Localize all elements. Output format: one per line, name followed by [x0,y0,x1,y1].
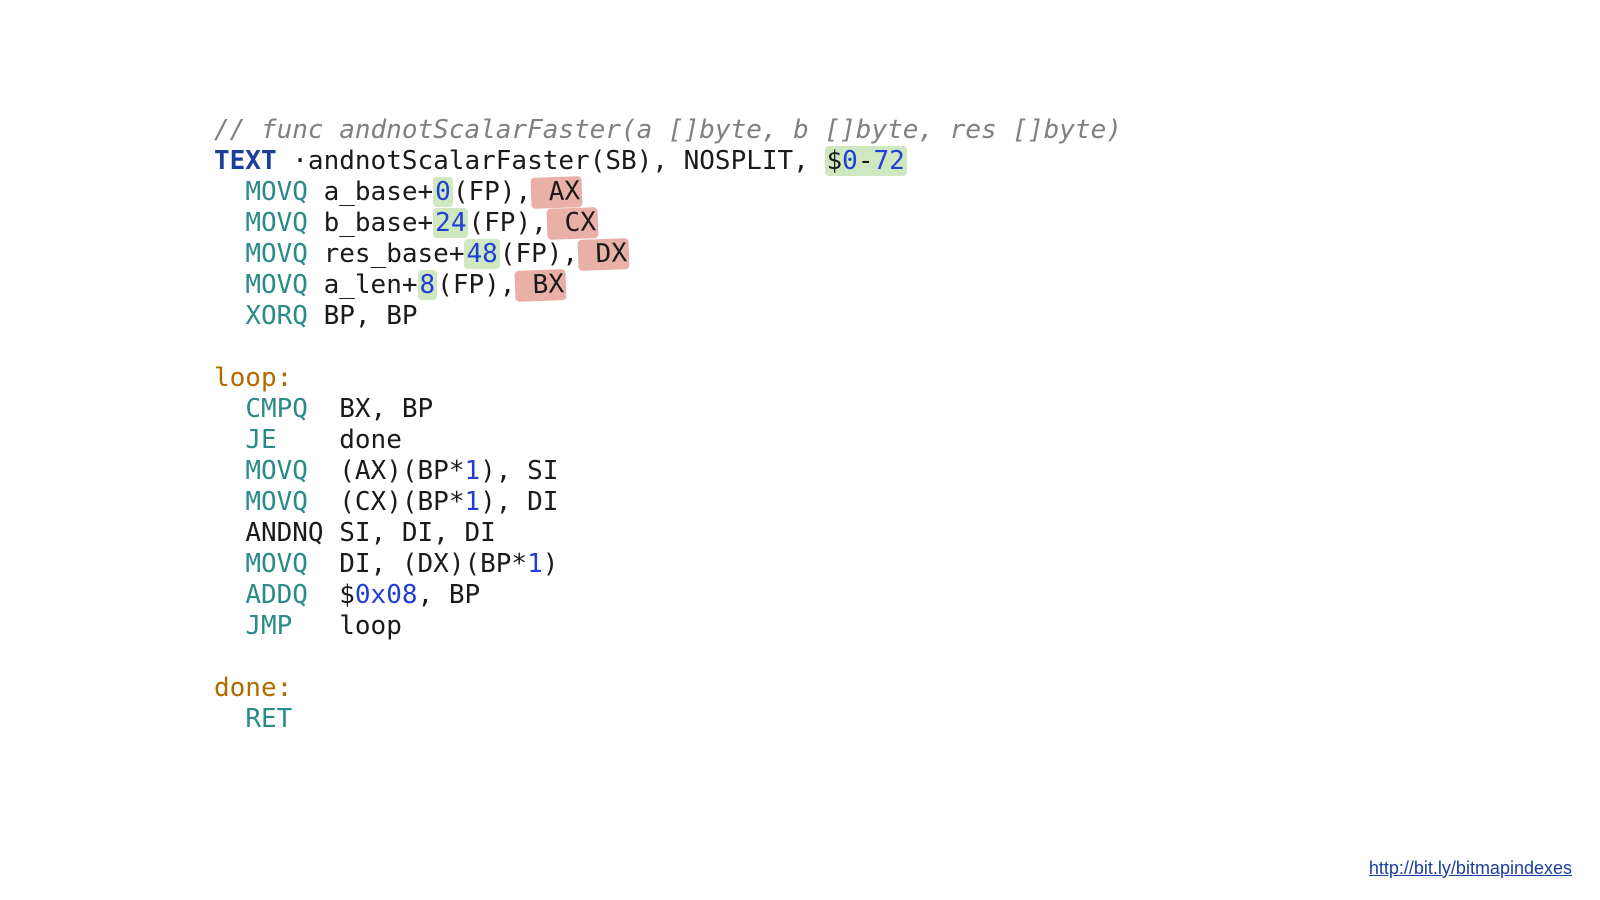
op-movq: MOVQ [245,177,308,207]
op-movq: MOVQ [245,487,308,517]
op-movq: MOVQ [245,456,308,486]
offset-24: 24 [433,208,468,238]
offset-8: 8 [418,270,438,300]
frame-size-highlight: $0-72 [825,146,907,176]
reg-bx: BX [515,269,567,302]
op-movq: MOVQ [245,239,308,269]
op-cmpq: CMPQ [245,394,308,424]
offset-48: 48 [464,239,499,269]
label-done: done: [214,673,292,703]
op-jmp: JMP [245,611,292,641]
op-andnq: ANDNQ [245,518,323,548]
reg-ax: AX [531,176,583,209]
op-xorq: XORQ [245,301,308,331]
slide: // func andnotScalarFaster(a []byte, b [… [0,0,1600,900]
footer-link[interactable]: http://bit.ly/bitmapindexes [1369,853,1572,884]
label-loop: loop: [214,363,292,393]
code-comment: // func andnotScalarFaster(a []byte, b [… [214,115,1122,145]
op-movq: MOVQ [245,270,308,300]
op-movq: MOVQ [245,208,308,238]
op-movq: MOVQ [245,549,308,579]
text-directive: TEXT [214,146,277,176]
offset-0: 0 [433,177,453,207]
op-ret: RET [245,704,292,734]
decl-body: ·andnotScalarFaster(SB), NOSPLIT, [277,146,825,176]
reg-cx: CX [546,207,598,240]
op-addq: ADDQ [245,580,308,610]
op-je: JE [245,425,276,455]
assembly-code-block: // func andnotScalarFaster(a []byte, b [… [214,84,1122,735]
reg-dx: DX [578,238,630,271]
